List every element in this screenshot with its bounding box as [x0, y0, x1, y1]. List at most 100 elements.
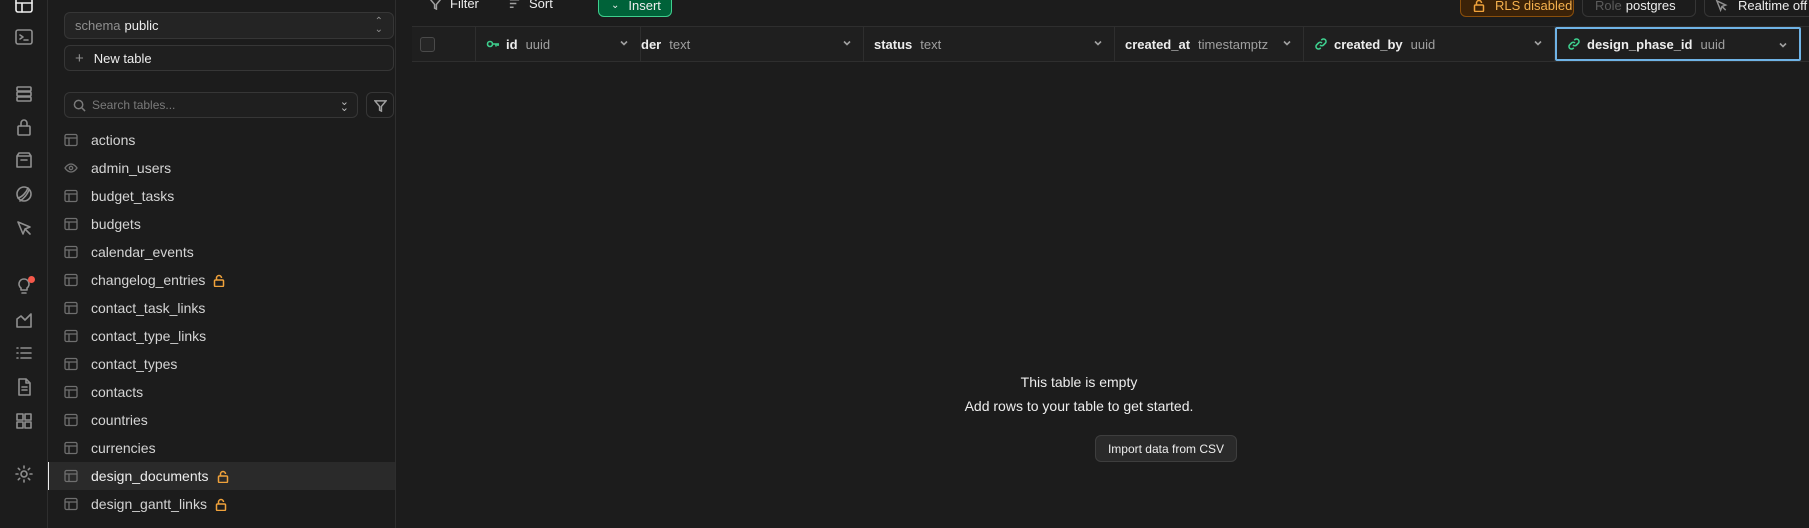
auth-icon[interactable]: [13, 116, 35, 138]
edge-functions-icon[interactable]: [13, 183, 35, 205]
database-icon[interactable]: [13, 83, 35, 105]
unlock-icon: [215, 498, 227, 511]
sidebar-item-contact-types[interactable]: contact_types: [48, 350, 395, 378]
import-csv-button[interactable]: Import data from CSV: [1095, 435, 1237, 462]
column-header-created-at[interactable]: created_at timestamptz: [1115, 27, 1304, 61]
search-tables-input[interactable]: Search tables... ⌄ ⌄: [64, 92, 358, 118]
column-type: uuid: [525, 36, 551, 52]
chevron-down-icon[interactable]: [618, 37, 630, 49]
empty-state: This table is empty Add rows to your tab…: [412, 62, 1809, 528]
column-type: uuid: [1410, 36, 1436, 52]
table-icon: [64, 413, 78, 427]
column-type: uuid: [1700, 36, 1726, 52]
search-icon: [73, 99, 86, 112]
sidebar-item-label: design_gantt_links: [91, 496, 207, 512]
column-header-id[interactable]: id uuid: [476, 27, 641, 61]
filter-button[interactable]: Filter: [429, 0, 479, 12]
column-header-der[interactable]: der text: [641, 27, 864, 61]
table-icon: [64, 497, 78, 511]
storage-icon[interactable]: [13, 149, 35, 171]
role-key: Role: [1595, 0, 1622, 13]
sidebar-item-label: currencies: [91, 440, 156, 456]
select-all-cell: [412, 27, 476, 61]
api-docs-icon[interactable]: [13, 376, 35, 398]
sidebar-item-budget-tasks[interactable]: budget_tasks: [48, 182, 395, 210]
table-view: Filter Sort ⌄ Insert RLS disabled Role p…: [412, 0, 1809, 528]
select-all-checkbox[interactable]: [420, 37, 435, 52]
unlock-icon: [213, 274, 225, 287]
schema-select[interactable]: schema public ⌃ ⌄: [64, 12, 394, 39]
settings-icon[interactable]: [13, 463, 35, 485]
chevron-down-icon: ⌄: [611, 0, 620, 11]
sidebar-item-label: actions: [91, 132, 136, 148]
chevron-down-icon[interactable]: [1777, 39, 1789, 51]
sidebar-item-admin-users[interactable]: admin_users: [48, 154, 395, 182]
sidebar-item-design-documents[interactable]: design_documents: [48, 462, 395, 490]
chevron-down-icon[interactable]: [1281, 37, 1293, 49]
realtime-toggle[interactable]: Realtime off: [1704, 0, 1809, 17]
advisors-icon[interactable]: [13, 275, 35, 297]
sidebar-item-label: changelog_entries: [91, 272, 206, 288]
table-icon: [64, 273, 78, 287]
filter-icon: [429, 0, 442, 10]
role-value: postgres: [1625, 0, 1676, 13]
column-header-status[interactable]: status text: [864, 27, 1115, 61]
table-icon: [64, 189, 78, 203]
table-editor-app: schema public ⌃ ⌄ + New table Search tabl…: [0, 0, 1809, 528]
integrations-icon[interactable]: [13, 410, 35, 432]
table-icon: [64, 301, 78, 315]
chevron-down-icon[interactable]: [1532, 37, 1544, 49]
sort-label: Sort: [529, 0, 553, 11]
column-name: created_at: [1125, 36, 1191, 52]
table-list: actions admin_users budget_tasks budgets cal…: [48, 126, 395, 518]
sidebar-item-contact-task-links[interactable]: contact_task_links: [48, 294, 395, 322]
column-header-design-phase-id[interactable]: design_phase_id uuid: [1555, 27, 1801, 61]
grid-header: id uuid der text status text created_at …: [412, 26, 1809, 62]
sidebar-item-label: contact_type_links: [91, 328, 207, 344]
scroll-up-arrow-icon[interactable]: [395, 130, 396, 136]
view-icon: [64, 161, 78, 175]
scroll-thumb[interactable]: [395, 143, 396, 269]
sidebar-item-calendar-events[interactable]: calendar_events: [48, 238, 395, 266]
nav-rail: [0, 0, 48, 528]
table-icon: [64, 245, 78, 259]
table-icon: [64, 469, 78, 483]
sidebar-item-contacts[interactable]: contacts: [48, 378, 395, 406]
sidebar-item-currencies[interactable]: currencies: [48, 434, 395, 462]
sidebar-item-actions[interactable]: actions: [48, 126, 395, 154]
chevron-down-icon[interactable]: [841, 37, 853, 49]
chevrons-down-icon: ⌄ ⌄: [339, 96, 349, 114]
sidebar-item-label: countries: [91, 412, 148, 428]
column-header-created-by[interactable]: created_by uuid: [1304, 27, 1555, 61]
plus-icon: +: [75, 49, 84, 67]
rls-status-button[interactable]: RLS disabled: [1460, 0, 1574, 17]
sql-editor-icon[interactable]: [13, 26, 35, 48]
rls-label: RLS disabled: [1495, 0, 1573, 13]
table-icon: [64, 133, 78, 147]
logs-icon[interactable]: [13, 342, 35, 364]
link-icon: [1567, 37, 1581, 51]
sidebar-item-budgets[interactable]: budgets: [48, 210, 395, 238]
sidebar-item-label: contact_types: [91, 356, 178, 372]
sidebar-item-countries[interactable]: countries: [48, 406, 395, 434]
unlock-icon: [1473, 0, 1485, 12]
sidebar-item-changelog-entries[interactable]: changelog_entries: [48, 266, 395, 294]
insert-label: Insert: [628, 0, 661, 13]
reports-icon[interactable]: [13, 309, 35, 331]
realtime-icon[interactable]: [13, 217, 35, 239]
sidebar-item-design-gantt-links[interactable]: design_gantt_links: [48, 490, 395, 518]
chevron-down-icon[interactable]: [1092, 37, 1104, 49]
sidebar-item-contact-type-links[interactable]: contact_type_links: [48, 322, 395, 350]
table-editor-icon[interactable]: [13, 0, 35, 16]
column-type: text: [669, 36, 691, 52]
column-name: der: [641, 36, 662, 52]
sidebar-item-label: design_documents: [91, 468, 209, 484]
role-select[interactable]: Role postgres: [1582, 0, 1696, 17]
new-table-button[interactable]: + New table: [64, 45, 394, 71]
insert-button[interactable]: ⌄ Insert: [598, 0, 672, 17]
realtime-icon: [1715, 0, 1728, 12]
sort-button[interactable]: Sort: [508, 0, 553, 12]
filter-tables-button[interactable]: [366, 92, 394, 118]
sidebar-scrollbar[interactable]: [394, 126, 396, 528]
column-name: created_by: [1334, 36, 1403, 52]
